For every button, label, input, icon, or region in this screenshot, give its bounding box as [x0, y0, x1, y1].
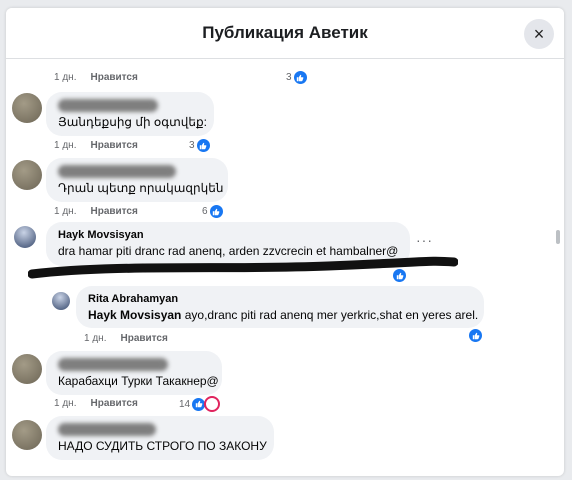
dialog-header: Публикация Аветик ×	[6, 8, 564, 59]
comment-text: НАДО СУДИТЬ СТРОГО ПО ЗАКОНУ	[58, 439, 267, 453]
like-link[interactable]: Нравится	[120, 333, 167, 344]
comment-time[interactable]: 1 дн.	[54, 72, 76, 83]
avatar[interactable]	[12, 420, 42, 450]
comment-text: Յանդեքսից մի օգտվեք:	[58, 115, 207, 129]
like-link[interactable]: Нравится	[90, 398, 137, 409]
comment-text: Hayk Movsisyan ayo,dranc piti rad anenq …	[88, 308, 478, 322]
reaction-number: 14	[179, 398, 191, 410]
comment-time[interactable]: 1 дн.	[54, 206, 76, 217]
like-link[interactable]: Нравится	[90, 140, 137, 151]
like-link[interactable]: Нравится	[90, 206, 137, 217]
commenter-name-redacted	[58, 165, 176, 178]
avatar[interactable]	[12, 160, 42, 190]
reaction-count[interactable]: 3	[189, 138, 211, 153]
avatar[interactable]	[52, 292, 70, 310]
comment-text: Դրան պետք որակազրկեն	[58, 181, 224, 195]
comment-meta: 1 дн. Нравится	[54, 72, 138, 83]
redaction-scribble	[28, 256, 458, 279]
comment-meta: 1 дн. Нравится	[54, 140, 138, 151]
reaction-number: 6	[202, 206, 208, 217]
like-link[interactable]: Нравится	[90, 72, 137, 83]
reaction-count[interactable]: 3	[286, 70, 308, 85]
dialog-title: Публикация Аветик	[202, 23, 368, 42]
reply-bubble: Rita Abrahamyan Hayk Movsisyan ayo,dranc…	[76, 286, 484, 328]
commenter-name-redacted	[58, 99, 158, 112]
comment-bubble: Դրան պետք որակազրկեն	[46, 158, 228, 202]
avatar[interactable]	[14, 226, 36, 248]
comment-bubble: Карабахци Турки Такакнер@	[46, 351, 222, 395]
scrollbar-thumb[interactable]	[556, 230, 560, 244]
like-reaction-icon	[208, 204, 224, 219]
reaction-count[interactable]	[468, 328, 483, 343]
comment-time[interactable]: 1 дн.	[54, 140, 76, 151]
close-icon[interactable]: ×	[524, 19, 554, 49]
like-reaction-icon	[292, 70, 308, 85]
commenter-name-redacted	[58, 358, 168, 371]
commenter-name[interactable]: Rita Abrahamyan	[88, 293, 472, 305]
commenter-name-redacted	[58, 423, 156, 436]
comment-bubble: НАДО СУДИТЬ СТРОГО ПО ЗАКОНУ	[46, 416, 274, 460]
comment-meta: 1 дн. Нравится	[54, 206, 138, 217]
reaction-count[interactable]: 6	[202, 204, 224, 219]
like-reaction-icon	[195, 138, 211, 153]
reply-text: ayo,dranc piti rad anenq mer yerkric,sha…	[181, 308, 479, 322]
comment-meta: 1 дн. Нравится	[84, 333, 168, 344]
comment-meta: 1 дн. Нравится	[54, 398, 138, 409]
like-reaction-icon	[468, 328, 483, 343]
reaction-count[interactable]: 14	[179, 396, 221, 412]
comment-text: Карабахци Турки Такакнер@	[58, 374, 219, 388]
post-dialog: Публикация Аветик × 1 дн. Нравится 3 Յանդ…	[6, 8, 564, 476]
reaction-number: 3	[286, 72, 292, 83]
commenter-name[interactable]: Hayk Movsisyan	[58, 229, 398, 241]
mention-link[interactable]: Hayk Movsisyan	[88, 308, 181, 322]
avatar[interactable]	[12, 93, 42, 123]
reaction-number: 3	[189, 140, 195, 151]
more-options-icon[interactable]: ···	[416, 232, 433, 248]
avatar[interactable]	[12, 354, 42, 384]
angry-reaction-icon	[204, 396, 221, 412]
comment-bubble: Յանդեքսից մի օգտվեք:	[46, 92, 214, 136]
comment-time[interactable]: 1 дн.	[54, 398, 76, 409]
comment-time[interactable]: 1 дн.	[84, 333, 106, 344]
